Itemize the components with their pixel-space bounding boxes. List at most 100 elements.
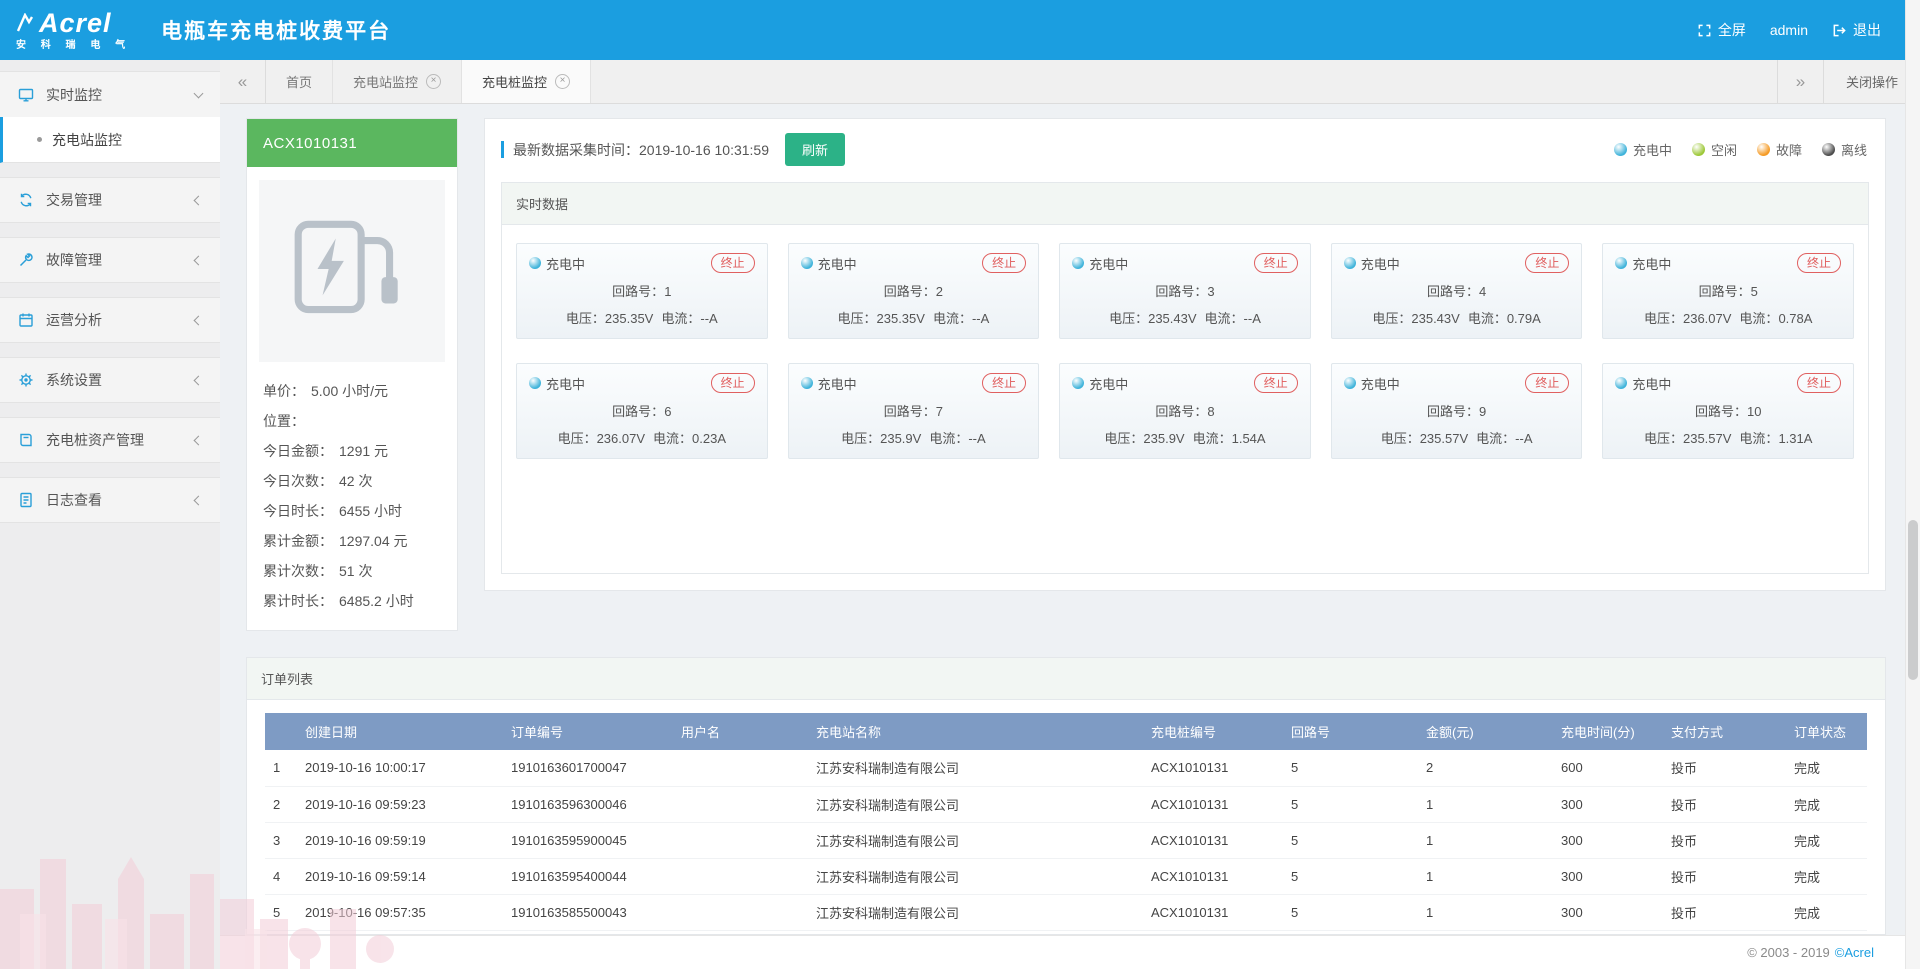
current-label: 电流： (1739, 311, 1778, 326)
terminate-button[interactable]: 终止 (1797, 253, 1841, 273)
chevron-left-icon (194, 195, 204, 205)
stat-label: 单价： (263, 376, 305, 406)
sidebar-subitem-label: 充电站监控 (52, 130, 122, 150)
circuit-card: 充电中 终止 回路号：6 电压：236.07V电流：0.23A (516, 363, 768, 459)
status-dot-icon (1822, 143, 1835, 156)
voltage-value: 235.9V (880, 431, 921, 446)
voltage-value: 235.57V (1420, 431, 1468, 446)
current-label: 电流： (1468, 311, 1507, 326)
section-header: 实时数据 (502, 183, 1868, 225)
current-value: --A (700, 311, 717, 326)
circuit-number-value: 8 (1207, 404, 1214, 419)
copyright-text: © 2003 - 2019 (1747, 945, 1830, 960)
terminate-button[interactable]: 终止 (1525, 253, 1569, 273)
tabs-scroll-right-button[interactable]: » (1777, 60, 1823, 103)
collect-time: 最新数据采集时间：2019-10-16 10:31:59 (513, 140, 769, 160)
tab-home[interactable]: 首页 (266, 60, 333, 103)
brand-link[interactable]: ©Acrel (1835, 945, 1874, 960)
sidebar-item-station-monitor[interactable]: 充电站监控 (0, 117, 220, 163)
sidebar-item-transactions[interactable]: 交易管理 (0, 177, 220, 223)
close-tab-icon[interactable]: × (555, 74, 570, 89)
chevron-left-icon (194, 315, 204, 325)
terminate-button[interactable]: 终止 (711, 373, 755, 393)
stat-label: 今日时长： (263, 496, 333, 526)
sidebar-item-logs[interactable]: 日志查看 (0, 477, 220, 523)
tab-pile-monitor[interactable]: 充电桩监控 × (462, 60, 591, 103)
voltage-label: 电压： (841, 431, 880, 446)
terminate-button[interactable]: 终止 (1254, 373, 1298, 393)
circuit-card: 充电中 终止 回路号：3 电压：235.43V电流：--A (1059, 243, 1311, 339)
circuit-number-row: 回路号：3 (1072, 281, 1298, 300)
circuit-number-label: 回路号： (1699, 284, 1751, 299)
circuit-card: 充电中 终止 回路号：10 电压：235.57V电流：1.31A (1602, 363, 1854, 459)
exchange-icon (18, 192, 34, 208)
circuit-number-value: 2 (936, 284, 943, 299)
terminate-button[interactable]: 终止 (1254, 253, 1298, 273)
terminate-button[interactable]: 终止 (982, 373, 1026, 393)
sidebar-item-faults[interactable]: 故障管理 (0, 237, 220, 283)
voltage-label: 电压： (1381, 431, 1420, 446)
stat-label: 累计次数： (263, 556, 333, 586)
table-row: 4 2019-10-16 09:59:14 1910163595400044 江… (265, 858, 1867, 894)
vertical-scrollbar[interactable] (1905, 0, 1920, 969)
circuit-number-row: 回路号：10 (1615, 401, 1841, 420)
circuit-measurements-row: 电压：235.43V电流：--A (1072, 308, 1298, 327)
cell-order-number: 1910163595900045 (503, 822, 673, 858)
stat-label: 今日金额： (263, 436, 333, 466)
tab-bar: « 首页 充电站监控 × 充电桩监控 × » 关闭操作 (220, 60, 1920, 104)
close-tab-icon[interactable]: × (426, 74, 441, 89)
cell-index: 2 (265, 786, 297, 822)
scrollbar-thumb[interactable] (1908, 520, 1918, 680)
sidebar-item-settings[interactable]: 系统设置 (0, 357, 220, 403)
tab-station-monitor[interactable]: 充电站监控 × (333, 60, 462, 103)
page-title: 电瓶车充电桩收费平台 (161, 15, 391, 45)
user-menu[interactable]: admin (1761, 22, 1817, 38)
cell-pay-method: 投币 (1663, 822, 1786, 858)
sidebar-item-label: 充电桩资产管理 (46, 430, 144, 450)
voltage-value: 235.9V (1143, 431, 1184, 446)
sidebar-item-realtime-monitor[interactable]: 实时监控 (0, 71, 220, 117)
circuit-measurements-row: 电压：236.07V电流：0.23A (529, 428, 755, 447)
fullscreen-button[interactable]: 全屏 (1688, 20, 1755, 40)
terminate-button[interactable]: 终止 (982, 253, 1026, 273)
sidebar-item-assets[interactable]: 充电桩资产管理 (0, 417, 220, 463)
cell-username (673, 822, 808, 858)
cell-amount: 1 (1418, 822, 1553, 858)
sidebar-item-analysis[interactable]: 运营分析 (0, 297, 220, 343)
terminate-button[interactable]: 终止 (1525, 373, 1569, 393)
stat-value: 1291 元 (339, 436, 388, 466)
logout-button[interactable]: 退出 (1823, 20, 1890, 40)
current-value: 0.79A (1507, 311, 1541, 326)
column-header: 订单状态 (1786, 713, 1867, 750)
circuit-number-value: 5 (1751, 284, 1758, 299)
terminate-button[interactable]: 终止 (1797, 373, 1841, 393)
legend-item: 离线 (1822, 140, 1867, 159)
cell-created-date: 2019-10-16 09:59:14 (297, 858, 503, 894)
chevron-left-icon (194, 255, 204, 265)
cell-pay-method: 投币 (1663, 750, 1786, 786)
terminate-button[interactable]: 终止 (711, 253, 755, 273)
circuit-status-label: 充电中 (1632, 254, 1671, 273)
cell-created-date: 2019-10-16 09:57:35 (297, 894, 503, 930)
circuit-number-label: 回路号： (612, 284, 664, 299)
cell-amount: 1 (1418, 894, 1553, 930)
circuit-status-label: 充电中 (818, 374, 857, 393)
accent-bar (501, 141, 504, 158)
circuit-card: 充电中 终止 回路号：4 电压：235.43V电流：0.79A (1331, 243, 1583, 339)
cell-created-date: 2019-10-16 09:59:23 (297, 786, 503, 822)
circuit-number-row: 回路号：6 (529, 401, 755, 420)
pile-icon-box (259, 180, 445, 362)
cell-username (673, 858, 808, 894)
circuit-status: 充电中 (1072, 374, 1128, 393)
table-row: 3 2019-10-16 09:59:19 1910163595900045 江… (265, 822, 1867, 858)
refresh-button[interactable]: 刷新 (785, 133, 845, 166)
stat-value: 6485.2 小时 (339, 586, 414, 616)
tab-label: 充电桩监控 (482, 72, 547, 91)
circuit-card: 充电中 终止 回路号：2 电压：235.35V电流：--A (788, 243, 1040, 339)
cell-created-date: 2019-10-16 10:00:17 (297, 750, 503, 786)
main-area: « 首页 充电站监控 × 充电桩监控 × » 关闭操作 ACX1010131 (220, 60, 1920, 969)
column-header: 创建日期 (297, 713, 503, 750)
pile-stat-row: 累计次数： 51 次 (263, 556, 441, 586)
current-value: 0.23A (692, 431, 726, 446)
tabs-scroll-left-button[interactable]: « (220, 60, 266, 103)
